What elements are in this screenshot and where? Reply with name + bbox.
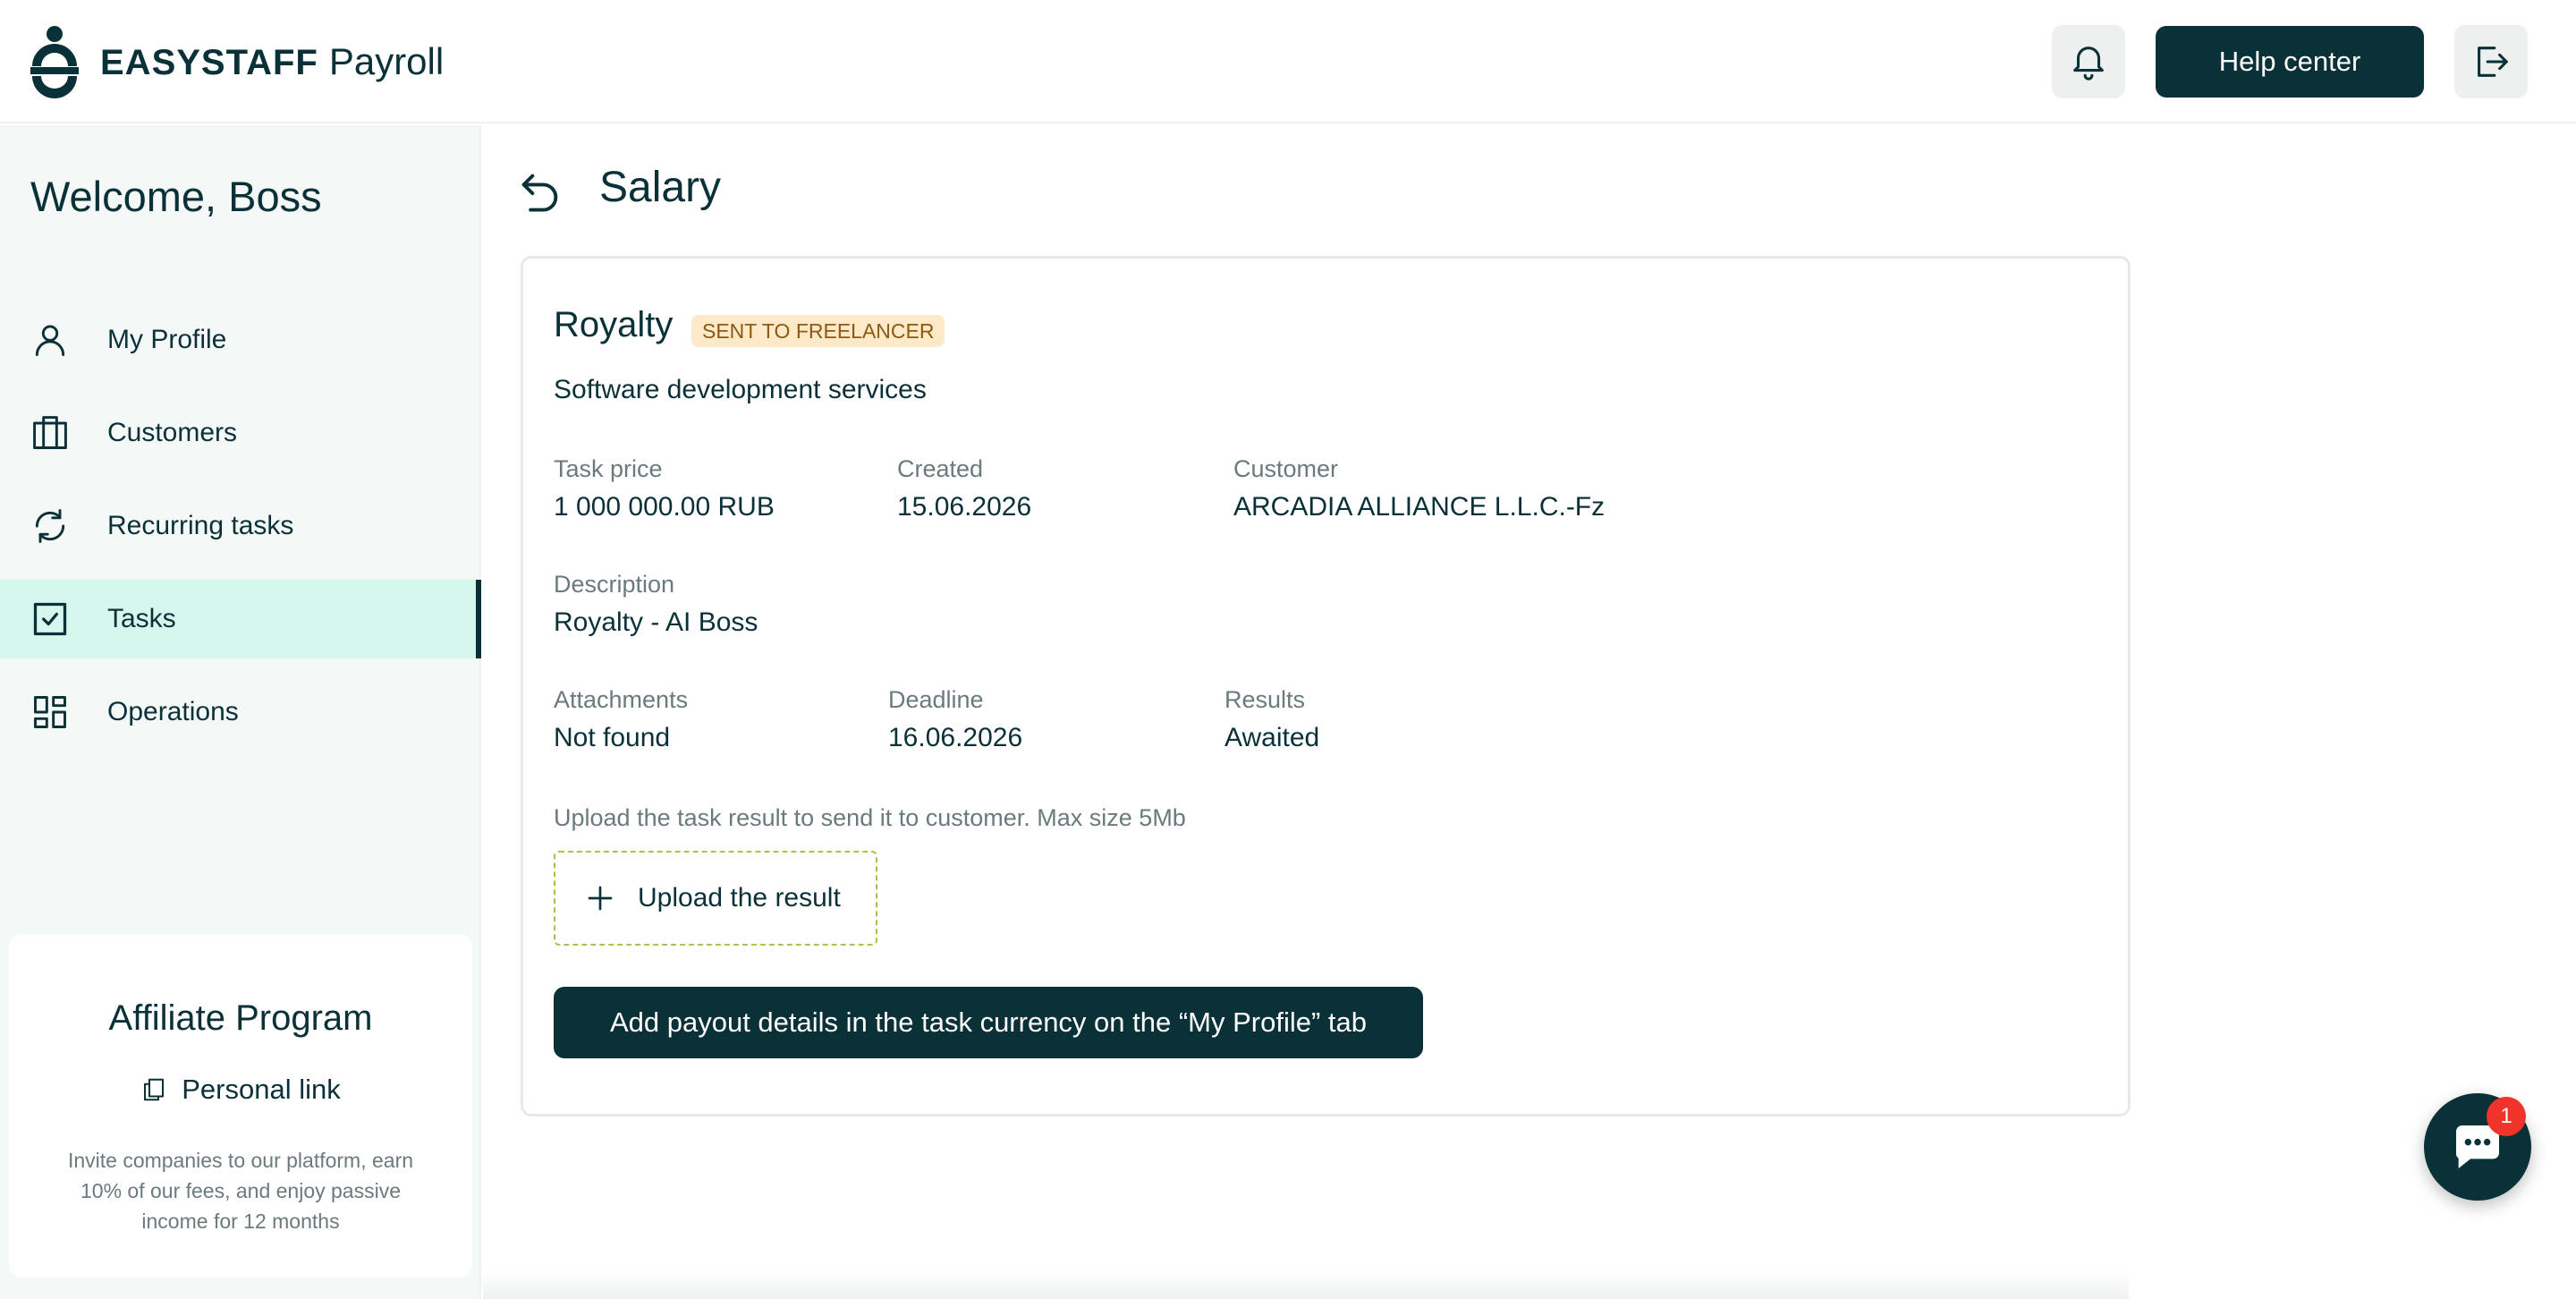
status-badge: SENT TO FREELANCER: [691, 315, 945, 347]
field-label: Description: [554, 571, 675, 598]
sidebar-item-recurring-tasks[interactable]: Recurring tasks: [0, 487, 481, 565]
field-label: Attachments: [554, 686, 689, 713]
field-value: Awaited: [1224, 723, 1320, 752]
affiliate-description: Invite companies to our platform, earn 1…: [67, 1149, 414, 1233]
briefcase-icon: [33, 416, 67, 449]
affiliate-program-card: Affiliate Program Personal link Invite c…: [9, 934, 472, 1278]
affiliate-title: Affiliate Program: [108, 998, 373, 1038]
sidebar-item-label: My Profile: [107, 325, 227, 354]
plus-icon: [588, 886, 613, 911]
field-label: Results: [1224, 686, 1306, 713]
chat-notification-badge: 1: [2487, 1097, 2526, 1136]
task-title: Royalty: [554, 305, 674, 344]
personal-link-label: Personal link: [182, 1074, 341, 1105]
customer-field: Customer ARCADIA ALLIANCE L.L.C.-Fz: [1233, 455, 1605, 522]
logout-button[interactable]: [2454, 25, 2528, 98]
logo-mark-icon: [30, 26, 79, 98]
user-icon: [35, 325, 65, 356]
scroll-shadow: [483, 1270, 2129, 1299]
sidebar-item-label: Customers: [107, 418, 238, 447]
field-value: ARCADIA ALLIANCE L.L.C.-Fz: [1233, 492, 1606, 522]
upload-result-label: Upload the result: [638, 883, 841, 913]
field-value: 1 000 000.00 RUB: [554, 492, 775, 522]
task-price-field: Task price 1 000 000.00 RUB: [554, 455, 775, 522]
field-value: 15.06.2026: [897, 492, 1032, 522]
field-label: Task price: [554, 455, 663, 482]
refresh-icon: [35, 509, 65, 543]
description-field: Description Royalty - AI Boss: [554, 571, 758, 638]
results-field: Results Awaited: [1224, 686, 1319, 753]
copy-icon: [144, 1078, 165, 1101]
add-payout-details-button[interactable]: Add payout details in the task currency …: [554, 987, 1423, 1058]
attachments-field: Attachments Not found: [554, 686, 688, 753]
logo-product: Payroll: [328, 40, 445, 82]
field-value: 16.06.2026: [888, 723, 1023, 752]
sidebar-item-customers[interactable]: Customers: [0, 394, 481, 472]
personal-link-button[interactable]: Personal link: [9, 1074, 472, 1106]
sidebar-item-tasks[interactable]: Tasks: [0, 580, 481, 658]
sidebar-item-my-profile[interactable]: My Profile: [0, 301, 481, 379]
logo-brand: EASYSTAFF: [100, 43, 318, 82]
logout-icon: [2478, 47, 2508, 77]
sidebar: Welcome, Boss My Profile Customers Recur…: [0, 125, 481, 1299]
dashboard-icon: [34, 696, 66, 728]
field-label: Created: [897, 455, 984, 482]
welcome-heading: Welcome, Boss: [30, 173, 322, 220]
help-center-button[interactable]: Help center: [2156, 26, 2424, 98]
field-label: Deadline: [888, 686, 984, 713]
bell-icon: [2073, 47, 2104, 81]
task-card: Royalty SENT TO FREELANCER Software deve…: [521, 256, 2131, 1116]
field-value: Royalty - AI Boss: [554, 607, 758, 637]
deadline-field: Deadline 16.06.2026: [888, 686, 1022, 753]
upload-hint: Upload the task result to send it to cus…: [554, 804, 1186, 831]
sidebar-nav: My Profile Customers Recurring tasks Tas…: [0, 301, 481, 766]
upload-result-button[interactable]: Upload the result: [554, 851, 877, 946]
sidebar-item-label: Operations: [107, 697, 239, 726]
task-subtitle: Software development services: [554, 375, 927, 404]
created-field: Created 15.06.2026: [897, 455, 1031, 522]
sidebar-item-operations[interactable]: Operations: [0, 673, 481, 751]
page-title: Salary: [599, 164, 722, 211]
field-label: Customer: [1233, 455, 1339, 482]
sidebar-item-label: Tasks: [107, 604, 176, 633]
sidebar-item-label: Recurring tasks: [107, 511, 294, 540]
logo-text: EASYSTAFF Payroll: [100, 40, 444, 83]
back-arrow-icon[interactable]: [517, 168, 564, 215]
top-header: EASYSTAFF Payroll Help center: [0, 0, 2576, 123]
checkbox-icon: [33, 602, 67, 636]
notifications-button[interactable]: [2052, 25, 2125, 98]
easystaff-logo[interactable]: EASYSTAFF Payroll: [27, 23, 444, 100]
field-value: Not found: [554, 723, 671, 752]
